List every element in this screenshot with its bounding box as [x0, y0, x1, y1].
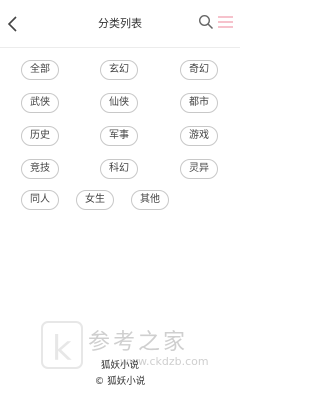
category-tag-military[interactable]: 军事	[100, 126, 138, 146]
category-tag-dushi[interactable]: 都市	[180, 93, 218, 113]
watermark-text: 参考之家	[88, 330, 189, 355]
category-tag-history[interactable]: 历史	[21, 126, 59, 146]
footer-brand: 狐妖小说	[100, 360, 139, 371]
category-tag-scifi[interactable]: 科幻	[100, 159, 138, 179]
category-tag-wuxia[interactable]: 武侠	[21, 93, 59, 113]
header-bar: 分类列表	[0, 0, 240, 48]
category-tag-xianxia[interactable]: 仙侠	[100, 93, 138, 113]
category-tag-game[interactable]: 游戏	[180, 126, 218, 146]
category-tag-xuanhuan[interactable]: 玄幻	[100, 60, 138, 80]
hamburger-menu-icon[interactable]	[216, 14, 234, 32]
category-tag-all[interactable]: 全部	[21, 60, 59, 80]
category-tag-tongren[interactable]: 同人	[21, 190, 59, 210]
category-tag-jingji[interactable]: 竞技	[21, 159, 59, 179]
footer-copyright: © 狐妖小说	[94, 376, 146, 387]
category-tag-female[interactable]: 女生	[76, 190, 114, 210]
category-tag-qihuan[interactable]: 奇幻	[180, 60, 218, 80]
category-tag-other[interactable]: 其他	[131, 190, 169, 210]
search-icon[interactable]	[198, 14, 214, 30]
category-tag-lingyi[interactable]: 灵异	[180, 159, 218, 179]
